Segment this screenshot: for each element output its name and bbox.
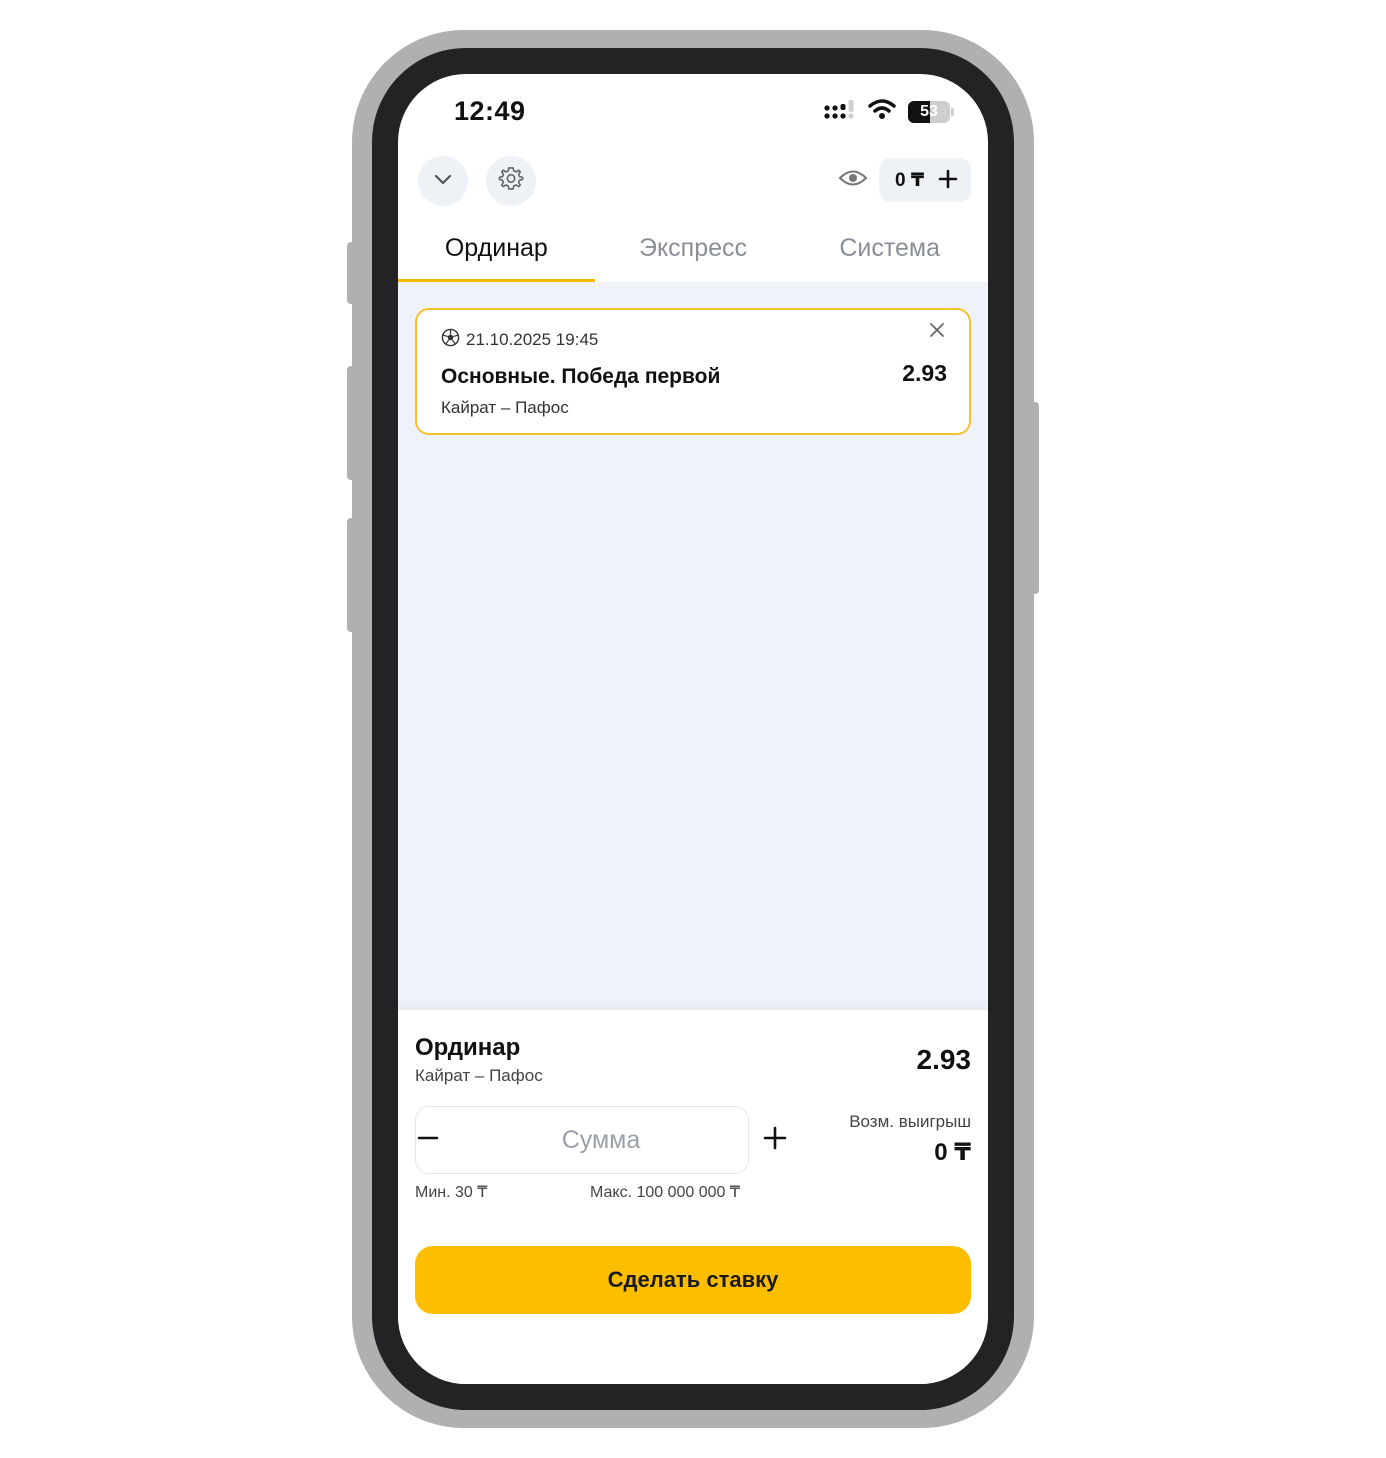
settings-button[interactable]	[486, 156, 536, 206]
balance-value: 0 ₸	[895, 169, 925, 191]
balance-pill[interactable]: 0 ₸	[879, 158, 971, 202]
chevron-down-icon	[431, 167, 455, 196]
bet-market: Основные. Победа первой	[441, 365, 721, 388]
phone-volume-up	[347, 366, 357, 480]
slip-total-odd: 2.93	[916, 1044, 972, 1075]
slip-type: Ординар	[415, 1034, 521, 1061]
bet-datetime-row: 21.10.2025 19:45	[441, 328, 598, 352]
plus-icon	[762, 1125, 788, 1156]
slip-teams: Кайрат – Пафос	[415, 1066, 543, 1085]
plus-icon[interactable]	[935, 166, 961, 197]
min-amount: Мин. 30 ₸	[415, 1184, 488, 1201]
amount-input[interactable]	[440, 1107, 762, 1173]
bet-card[interactable]: 21.10.2025 19:45 Основные. Победа первой…	[415, 308, 971, 435]
eye-icon[interactable]	[838, 166, 868, 195]
gear-icon	[497, 165, 525, 198]
status-icons: 53	[824, 98, 954, 125]
possible-win-label: Возм. выигрыш	[849, 1112, 971, 1131]
possible-win-value: 0 ₸	[934, 1139, 971, 1166]
tab-express[interactable]: Экспресс	[595, 224, 792, 282]
close-icon[interactable]	[929, 322, 945, 343]
tab-ordinar[interactable]: Ординар	[398, 224, 595, 282]
battery-indicator: 53	[908, 100, 950, 123]
bet-odd: 2.93	[902, 360, 947, 386]
minus-icon	[416, 1126, 440, 1155]
battery-cap	[951, 107, 954, 116]
phone-power-button	[1029, 402, 1039, 594]
app-screen: 12:49 53 0 ₸ Ординар Экспресс Система 21…	[398, 74, 988, 1384]
collapse-button[interactable]	[418, 156, 468, 206]
wifi-icon	[868, 98, 896, 125]
tab-system[interactable]: Система	[791, 224, 988, 282]
status-time: 12:49	[454, 96, 526, 126]
phone-mute-switch	[347, 242, 357, 304]
increase-amount-button[interactable]	[762, 1107, 788, 1173]
phone-volume-down	[347, 518, 357, 632]
bet-type-tabs: Ординар Экспресс Система	[398, 224, 988, 282]
battery-icon: 53	[908, 100, 954, 123]
max-amount: Макс. 100 000 000 ₸	[590, 1184, 741, 1201]
bet-teams: Кайрат – Пафос	[441, 398, 569, 417]
signal-icon	[824, 98, 856, 125]
place-bet-button[interactable]: Сделать ставку	[415, 1246, 971, 1314]
bet-datetime: 21.10.2025 19:45	[466, 330, 599, 349]
bet-slip-panel: Ординар Кайрат – Пафос 2.93 Мин. 30 ₸ Ма…	[398, 1010, 988, 1384]
amount-stepper	[415, 1106, 787, 1174]
football-icon	[441, 328, 460, 352]
decrease-amount-button[interactable]	[416, 1107, 440, 1173]
battery-level: 53	[920, 102, 938, 120]
